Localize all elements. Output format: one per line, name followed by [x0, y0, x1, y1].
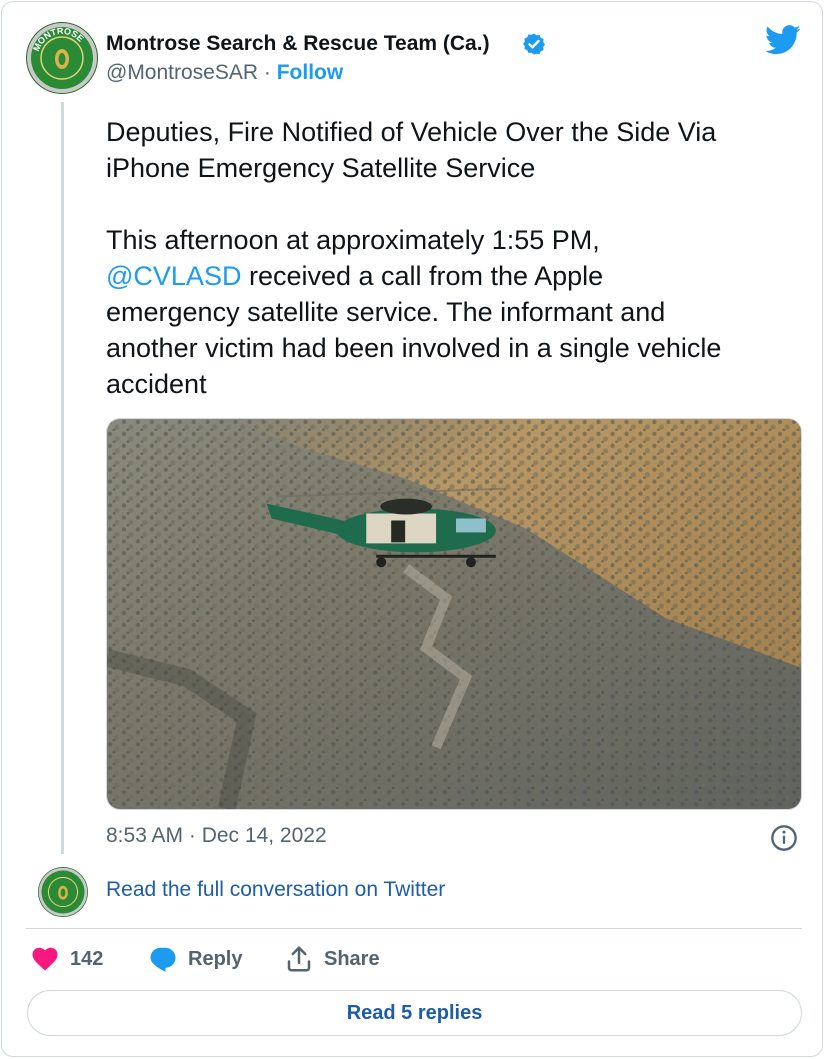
conversation-avatar[interactable]	[38, 867, 88, 917]
tweet-timestamp[interactable]: 8:53 AM · Dec 14, 2022	[106, 824, 327, 848]
share-icon	[287, 946, 311, 972]
author-name[interactable]: Montrose Search & Rescue Team (Ca.)	[106, 32, 490, 56]
twitter-bird-icon[interactable]	[765, 24, 801, 56]
tweet-line: iPhone Emergency Satellite Service	[106, 153, 536, 183]
mention-link[interactable]: @CVLASD	[106, 261, 241, 291]
thread-connector-line	[61, 102, 64, 854]
tweet-photo[interactable]	[106, 418, 802, 810]
tweet-line: accident	[106, 369, 207, 399]
share-button[interactable]: Share	[284, 944, 380, 974]
like-count: 142	[70, 947, 104, 970]
tweet-line: another victim had been involved in a si…	[106, 333, 722, 363]
tweet-line-with-mention: @CVLASD received a call from the Apple	[106, 258, 806, 294]
info-icon[interactable]	[770, 824, 798, 852]
tweet-embed-card: MONTROSE Montrose Search & Rescue Team (…	[1, 1, 823, 1057]
actions-divider	[26, 928, 802, 929]
like-button[interactable]: 142	[30, 944, 103, 974]
handle-separator: ·	[263, 61, 271, 84]
read-conversation-link[interactable]: Read the full conversation on Twitter	[106, 878, 445, 902]
tweet-line: emergency satellite service. The informa…	[106, 297, 666, 327]
helicopter-canyon-photo	[107, 419, 801, 809]
reply-bubble-icon	[150, 947, 176, 972]
share-label: Share	[324, 947, 380, 970]
reply-button[interactable]: Reply	[148, 944, 242, 974]
tweet-line-continuation: received a call from the Apple	[241, 261, 604, 291]
author-handle[interactable]: @MontroseSAR	[106, 61, 258, 84]
tweet-text: Deputies, Fire Notified of Vehicle Over …	[106, 114, 806, 402]
author-avatar[interactable]: MONTROSE	[26, 22, 98, 94]
verified-badge-icon	[523, 33, 545, 55]
tweet-line: This afternoon at approximately 1:55 PM,	[106, 225, 600, 255]
montrose-logo-icon: MONTROSE	[27, 23, 97, 93]
tweet-line: Deputies, Fire Notified of Vehicle Over …	[106, 117, 717, 147]
read-replies-button[interactable]: Read 5 replies	[27, 990, 802, 1036]
heart-icon	[32, 947, 58, 971]
montrose-logo-icon	[38, 867, 88, 917]
follow-button[interactable]: Follow	[277, 61, 344, 84]
author-handle-row: @MontroseSAR · Follow	[106, 61, 343, 85]
reply-label: Reply	[188, 947, 243, 970]
